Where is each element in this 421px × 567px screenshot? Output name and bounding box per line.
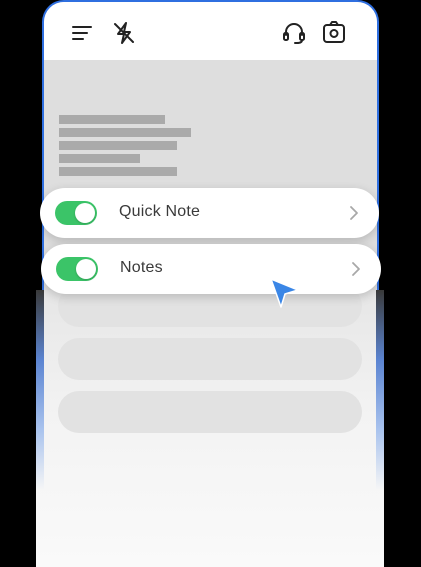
faded-list-area [36, 285, 384, 567]
camera-switch-icon[interactable] [320, 19, 348, 47]
toggle-knob [75, 203, 95, 223]
skeleton-line [59, 115, 165, 124]
edge-glow [36, 290, 44, 490]
edge-glow [376, 290, 384, 490]
list-item-notes[interactable]: Notes [41, 244, 381, 294]
notes-toggle[interactable] [56, 257, 98, 281]
menu-icon[interactable] [68, 19, 96, 47]
skeleton-line [59, 141, 177, 150]
quick-note-toggle[interactable] [55, 201, 97, 225]
skeleton-line [59, 167, 177, 176]
skeleton-line [59, 128, 191, 137]
placeholder-row [58, 391, 362, 433]
chevron-right-icon [352, 262, 360, 276]
item-label: Notes [120, 259, 163, 276]
chevron-right-icon [350, 206, 358, 220]
pointer-cursor-icon [270, 278, 299, 308]
item-label: Quick Note [119, 203, 201, 220]
placeholder-row [58, 338, 362, 380]
flash-off-icon[interactable] [110, 19, 138, 47]
skeleton-line [59, 154, 140, 163]
list-item-quick-note[interactable]: Quick Note [40, 188, 379, 238]
headset-icon[interactable] [280, 19, 308, 47]
toggle-knob [76, 259, 96, 279]
top-toolbar [44, 2, 377, 60]
